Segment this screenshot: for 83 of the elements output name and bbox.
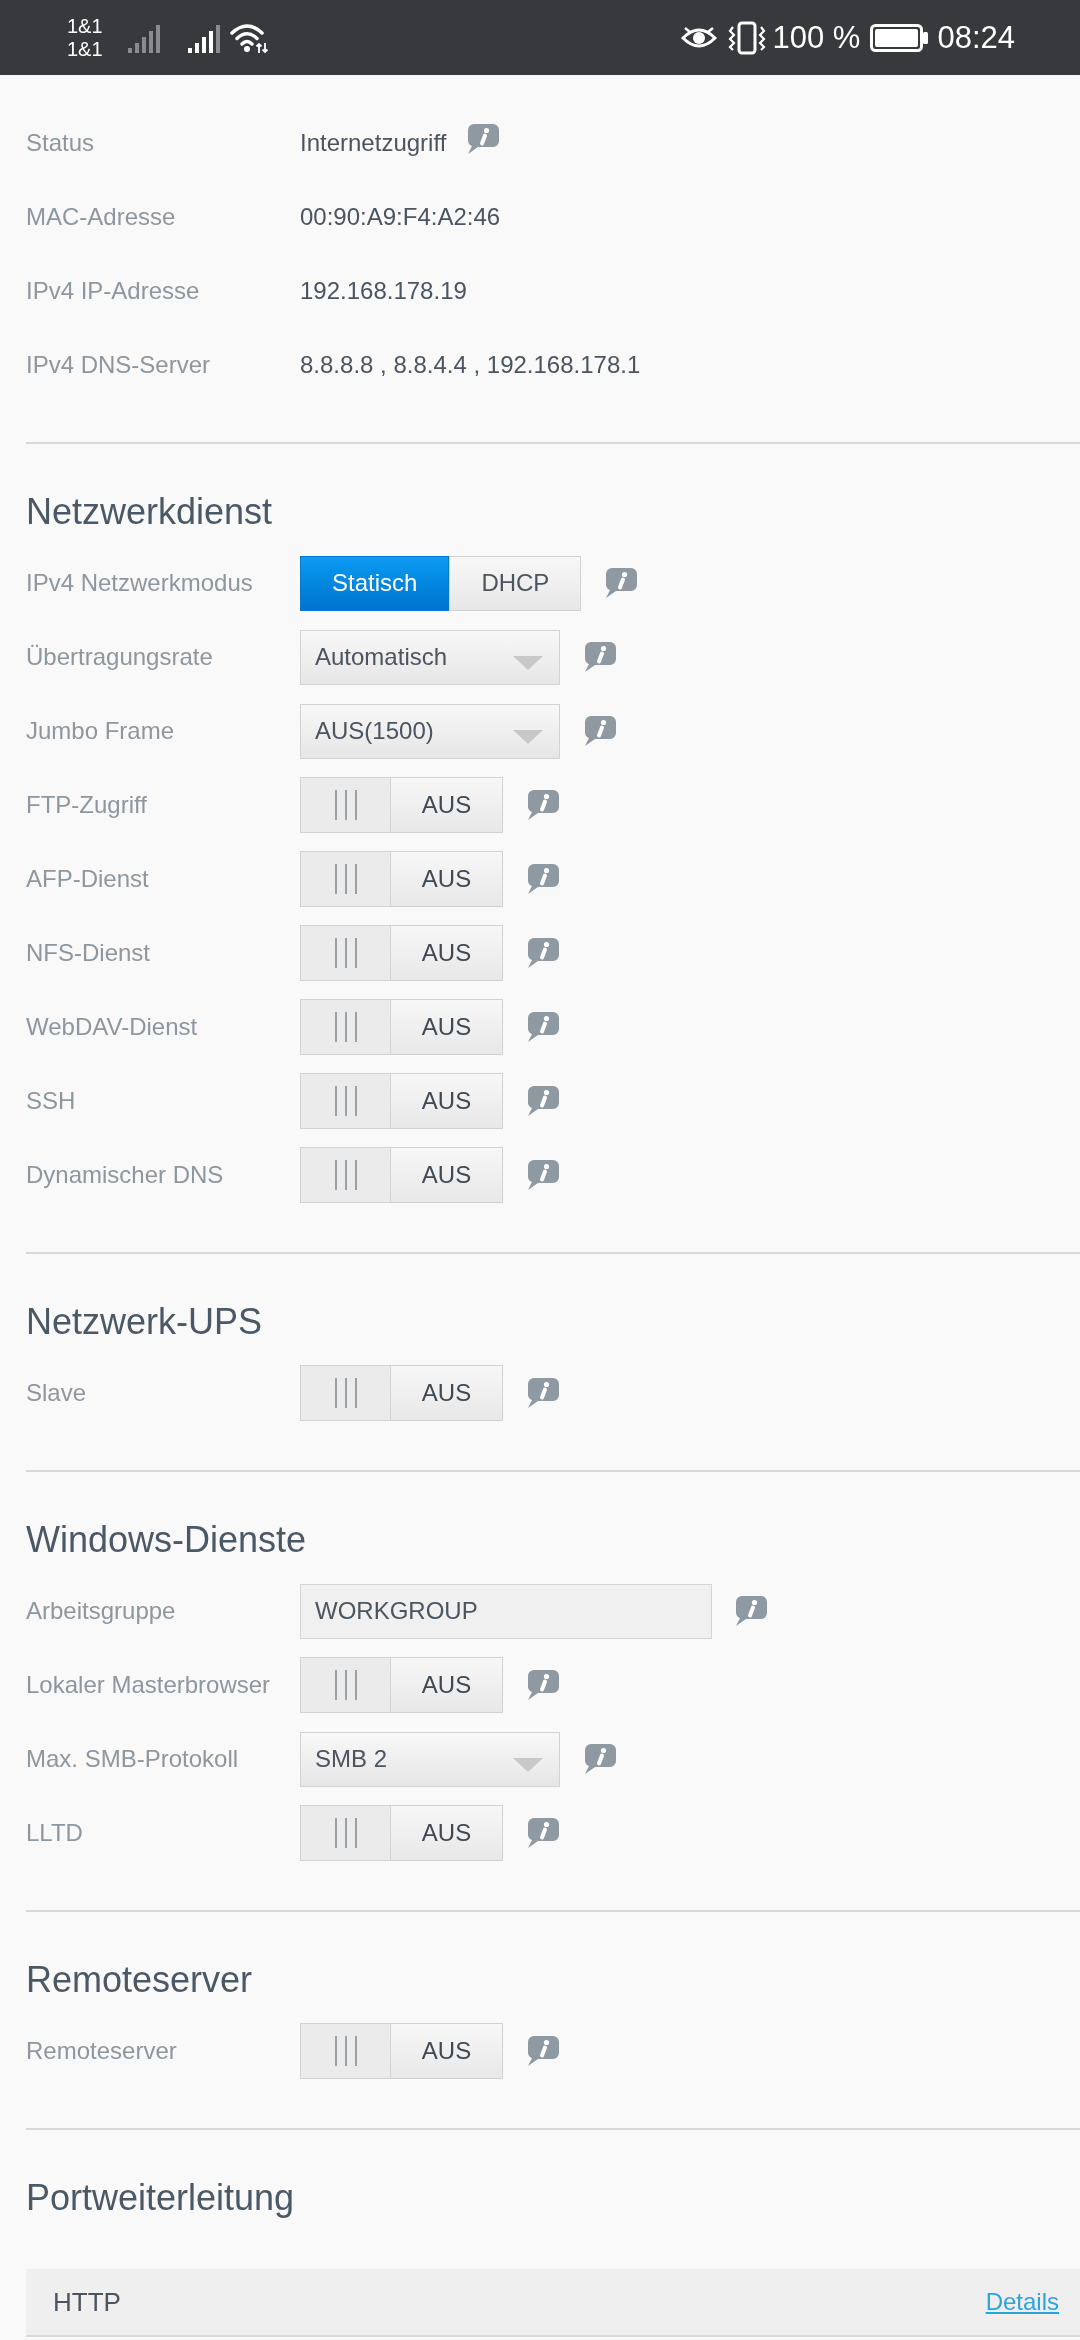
grip-icon <box>301 1074 391 1128</box>
info-icon[interactable] <box>526 938 559 968</box>
toggle-switch[interactable]: AUS <box>300 2023 503 2079</box>
info-icon[interactable] <box>526 790 559 820</box>
grip-icon <box>301 1148 391 1202</box>
info-icon[interactable] <box>604 568 638 598</box>
setting-label: SSH <box>26 1086 77 1116</box>
setting-label: Slave <box>26 1378 88 1408</box>
toggle-switch[interactable]: AUS <box>300 1365 503 1421</box>
grip-icon <box>301 1806 391 1860</box>
carrier-name: 1&1 <box>67 37 103 61</box>
setting-label: Dynamischer DNS <box>26 1160 225 1190</box>
toggle-switch[interactable]: AUS <box>300 851 503 907</box>
dropdown[interactable]: Automatisch <box>300 629 560 685</box>
setting-label: WebDAV-Dienst <box>26 1012 199 1042</box>
signal-icon <box>187 22 222 53</box>
info-icon[interactable] <box>583 1744 616 1774</box>
setting-value: 8.8.8.8 , 8.8.4.4 , 192.168.178.1 <box>300 350 641 380</box>
caret-icon <box>513 730 543 744</box>
grip-icon <box>301 2024 391 2078</box>
segmented-option[interactable]: Statisch <box>300 555 450 611</box>
section-heading: Netzwerk-UPS <box>26 1300 264 1344</box>
segmented-option[interactable]: DHCP <box>449 555 582 611</box>
setting-label: IPv4 Netzwerkmodus <box>26 568 254 598</box>
info-icon[interactable] <box>583 642 616 672</box>
info-icon[interactable] <box>526 1086 559 1116</box>
setting-label: Übertragungsrate <box>26 642 214 672</box>
info-icon[interactable] <box>526 864 559 894</box>
toggle-switch[interactable]: AUS <box>300 925 503 981</box>
battery-percentage: 100 % <box>772 19 861 56</box>
grip-icon <box>301 1658 391 1712</box>
setting-label: Max. SMB-Protokoll <box>26 1744 240 1774</box>
info-icon[interactable] <box>466 124 500 154</box>
info-icon[interactable] <box>526 1818 559 1848</box>
toggle-switch[interactable]: AUS <box>300 1147 503 1203</box>
setting-label: IPv4 IP-Adresse <box>26 276 201 306</box>
setting-label: NFS-Dienst <box>26 938 152 968</box>
info-icon[interactable] <box>526 1012 559 1042</box>
info-icon[interactable] <box>526 1160 559 1190</box>
toggle-switch[interactable]: AUS <box>300 1073 503 1129</box>
caret-icon <box>513 1758 543 1772</box>
battery-icon <box>870 23 929 52</box>
grip-icon <box>301 1000 391 1054</box>
section-heading: Netzwerkdienst <box>26 490 274 534</box>
section-heading: Portweiterleitung <box>26 2176 296 2220</box>
caret-icon <box>513 656 543 670</box>
section-heading: Remoteserver <box>26 1958 254 2002</box>
toggle-switch[interactable]: AUS <box>300 999 503 1055</box>
text-field[interactable]: WORKGROUP <box>300 1583 712 1639</box>
toggle-switch[interactable]: AUS <box>300 1657 503 1713</box>
grip-icon <box>301 1366 391 1420</box>
info-icon[interactable] <box>734 1596 767 1626</box>
grip-icon <box>301 926 391 980</box>
setting-value: Internetzugriff <box>300 128 447 158</box>
setting-label: LLTD <box>26 1818 84 1848</box>
setting-label: Lokaler Masterbrowser <box>26 1670 272 1700</box>
setting-label: Jumbo Frame <box>26 716 176 746</box>
setting-label: Arbeitsgruppe <box>26 1596 177 1626</box>
setting-value: 00:90:A9:F4:A2:46 <box>300 202 501 232</box>
setting-label: AFP-Dienst <box>26 864 150 894</box>
toggle-switch[interactable]: AUS <box>300 777 503 833</box>
setting-label: Status <box>26 128 96 158</box>
info-icon[interactable] <box>583 716 616 746</box>
wifi-icon <box>229 21 270 54</box>
setting-label: Remoteserver <box>26 2036 178 2066</box>
info-icon[interactable] <box>526 1378 559 1408</box>
clock-time: 08:24 <box>937 19 1015 56</box>
info-icon[interactable] <box>526 1670 559 1700</box>
setting-label: IPv4 DNS-Server <box>26 350 212 380</box>
info-icon[interactable] <box>526 2036 559 2066</box>
grip-icon <box>301 852 391 906</box>
setting-value: 192.168.178.19 <box>300 276 467 306</box>
grip-icon <box>301 778 391 832</box>
dropdown[interactable]: SMB 2 <box>300 1731 560 1787</box>
vibrate-icon <box>726 20 767 55</box>
toggle-switch[interactable]: AUS <box>300 1805 503 1861</box>
dropdown[interactable]: AUS(1500) <box>300 703 560 759</box>
setting-label: FTP-Zugriff <box>26 790 148 820</box>
signal-icon <box>127 22 162 53</box>
setting-label: MAC-Adresse <box>26 202 177 232</box>
carrier-name: 1&1 <box>67 14 103 38</box>
port-name: HTTP <box>53 2285 121 2319</box>
section-heading: Windows-Dienste <box>26 1518 308 1562</box>
